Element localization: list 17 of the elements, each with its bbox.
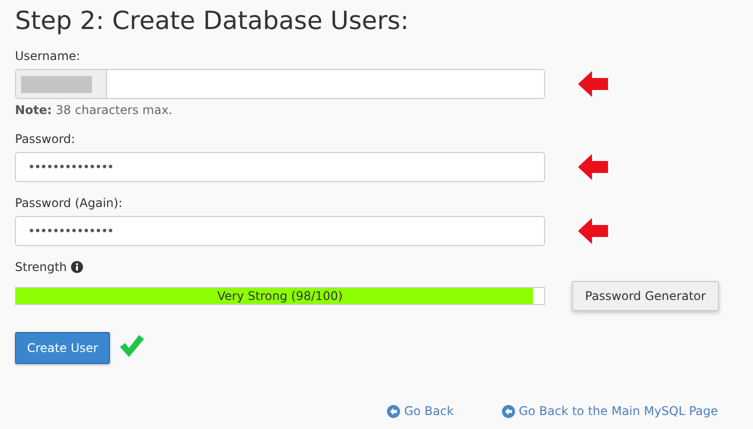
back-link[interactable]: Go Back <box>387 404 454 418</box>
field-label: Password (Again): <box>15 196 122 210</box>
strength-reading: Very Strong (98/100) <box>216 288 344 304</box>
back-arrow-icon <box>387 404 400 418</box>
note-text: Note: 38 characters max. <box>15 103 172 117</box>
password-field[interactable]: •••••••••••••• <box>15 152 545 182</box>
create-user-button[interactable]: Create User <box>15 332 110 364</box>
page-title: Step 2: Create Database Users: <box>15 6 409 35</box>
password-generator-button[interactable]: Password Generator <box>572 281 719 311</box>
info-icon <box>70 261 83 273</box>
back-link[interactable]: Go Back to the Main MySQL Page <box>502 404 718 418</box>
password-field[interactable]: •••••••••••••• <box>15 216 545 246</box>
strength-label: Strength <box>15 260 67 274</box>
username-field[interactable] <box>107 69 545 99</box>
back-arrow-icon <box>502 404 515 418</box>
field-label: Username: <box>15 49 80 63</box>
field-label: Password: <box>15 132 76 146</box>
